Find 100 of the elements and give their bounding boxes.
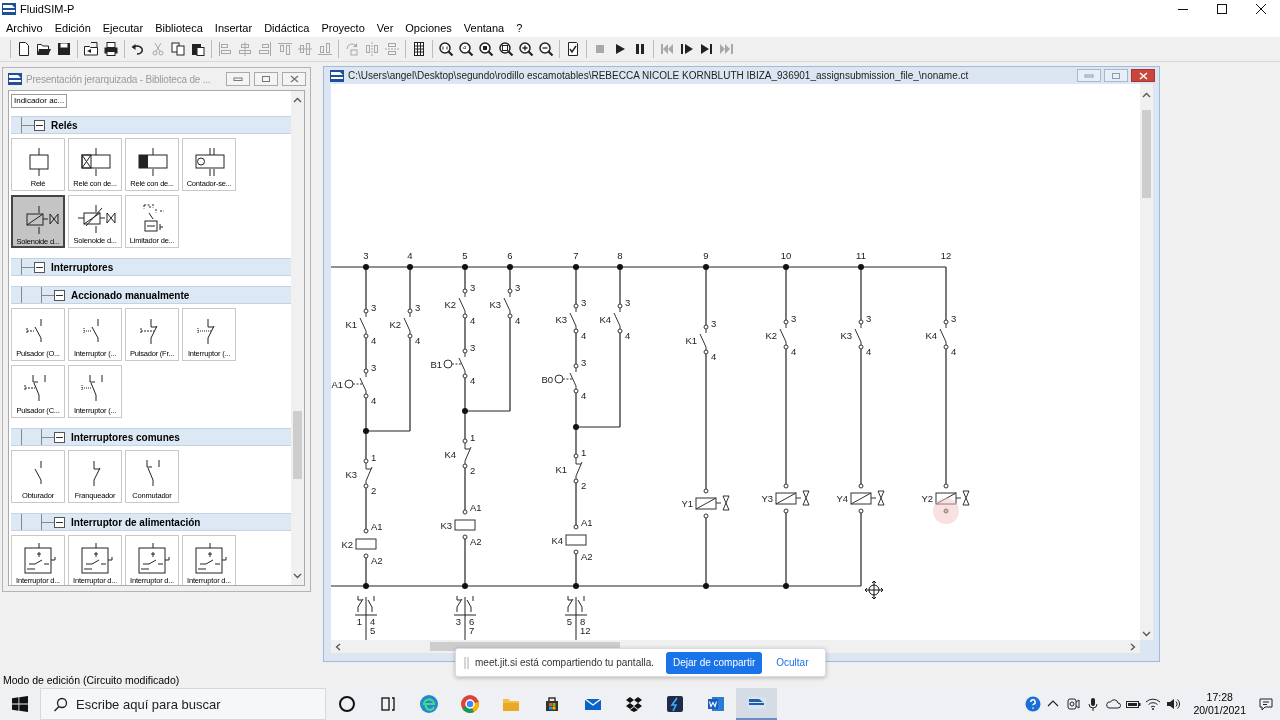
maximize-icon — [261, 75, 271, 83]
scroll-up-icon[interactable] — [1142, 92, 1151, 98]
pushbutton-symbol — [443, 348, 468, 379]
menu-item[interactable]: Edición — [54, 20, 91, 35]
notification-icon[interactable] — [1258, 696, 1274, 712]
pushbutton-nc-symbol — [140, 318, 158, 345]
component-label: Y4 — [836, 493, 848, 504]
contact-reference-symbol — [564, 595, 588, 640]
stop-sharing-button[interactable]: Dejar de compartir — [666, 651, 763, 674]
power-switch-symbol — [195, 542, 227, 574]
column-number: 3 — [363, 250, 369, 261]
hide-link[interactable]: Ocultar — [776, 657, 809, 668]
close-icon — [1138, 71, 1148, 80]
search-field[interactable]: Escribe aquí para buscar — [40, 688, 326, 720]
wire — [575, 482, 577, 526]
tree-group-label: Interruptores — [51, 261, 114, 273]
terminal-label: 3 — [951, 313, 957, 324]
counter-symbol — [195, 147, 225, 177]
terminal-label: 3 — [625, 297, 631, 308]
menu-item[interactable]: Ventana — [463, 20, 505, 35]
collapse-button[interactable] — [54, 289, 65, 301]
relay-coil-symbol — [565, 524, 587, 555]
copy-icon[interactable] — [168, 39, 188, 59]
column-number: 6 — [507, 250, 513, 261]
contact-reference-symbol — [453, 595, 477, 640]
zoom-all-icon[interactable] — [476, 39, 496, 59]
junction-dot — [783, 583, 789, 589]
help-icon[interactable] — [1025, 696, 1042, 712]
collapse-button[interactable] — [54, 431, 65, 443]
collapse-button[interactable] — [34, 119, 45, 131]
terminal-label: 3 — [371, 362, 377, 373]
menu-item[interactable]: Ver — [376, 20, 394, 35]
drag-handle-icon[interactable] — [464, 656, 469, 669]
wifi-icon[interactable] — [1145, 696, 1162, 712]
maximize-button[interactable] — [254, 72, 278, 86]
component-label: Y2 — [921, 493, 933, 504]
scroll-up-icon[interactable] — [293, 97, 302, 103]
library-item[interactable]: Indicador ac... — [11, 94, 68, 108]
component-label: K4 — [925, 330, 937, 341]
scroll-right-icon[interactable] — [1130, 643, 1136, 651]
scroll-left-icon[interactable] — [335, 643, 341, 651]
no-contact-symbol — [359, 308, 369, 339]
menu-item[interactable]: Archivo — [6, 20, 43, 35]
column-number: 9 — [703, 250, 709, 261]
component-label: K3 — [840, 330, 852, 341]
maximize-icon[interactable] — [1216, 4, 1227, 14]
minimize-button[interactable] — [226, 72, 250, 86]
menu-item[interactable]: Opciones — [405, 20, 452, 35]
close-button[interactable] — [282, 72, 306, 86]
minimize-icon[interactable] — [1177, 8, 1188, 10]
solenoid-symbol — [26, 205, 59, 235]
no-contact-symbol — [503, 288, 513, 319]
camera-icon[interactable] — [1065, 696, 1082, 712]
scroll-down-icon[interactable] — [293, 573, 302, 579]
zoom-out-icon[interactable] — [536, 39, 556, 59]
close-icon[interactable] — [1255, 4, 1266, 14]
component-label: Y3 — [761, 493, 773, 504]
menu-item[interactable]: ? — [516, 20, 523, 35]
column-number: 11 — [856, 250, 866, 261]
component-label: K2 — [341, 539, 353, 550]
menu-item[interactable]: Biblioteca — [155, 20, 203, 35]
collapse-button[interactable] — [54, 516, 65, 528]
windows-logo-icon[interactable] — [12, 696, 28, 712]
relay-delay-on-symbol — [81, 147, 111, 177]
terminal-label: 4 — [515, 315, 521, 326]
switch-no-symbol — [83, 318, 99, 343]
cloud-icon[interactable] — [1105, 696, 1122, 712]
zoom-in-icon[interactable] — [516, 39, 536, 59]
scroll-thumb[interactable] — [1142, 110, 1151, 198]
component-label: K1 — [555, 464, 567, 475]
clock[interactable]: 17:28 20/01/2021 — [1193, 691, 1246, 717]
scrollbar[interactable] — [1140, 84, 1153, 640]
column-number: 5 — [462, 250, 468, 261]
reference-number: 1 — [356, 616, 362, 627]
menu-item[interactable]: Proyecto — [321, 20, 365, 35]
scroll-down-icon[interactable] — [1142, 631, 1151, 637]
terminal-label: 1 — [371, 452, 377, 463]
terminal-label: A2 — [581, 551, 593, 562]
terminal-label: 4 — [581, 330, 587, 341]
pushbutton-changeover-symbol — [24, 374, 46, 402]
limiter-symbol — [143, 203, 165, 232]
reference-number: 6 — [469, 616, 475, 627]
menu-item[interactable]: Insertar — [214, 20, 253, 35]
app-logo-icon — [8, 73, 22, 85]
menu-item[interactable]: Didáctica — [264, 20, 310, 35]
close-button[interactable] — [1131, 69, 1155, 82]
power-switch-symbol — [138, 542, 170, 574]
zoom-fit-icon[interactable] — [456, 39, 476, 59]
zoom-window-icon[interactable] — [496, 39, 516, 59]
component-label: K3 — [489, 299, 501, 310]
terminal-label: 4 — [791, 346, 797, 357]
component-label: K1 — [685, 335, 697, 346]
speaker-icon[interactable] — [1165, 696, 1182, 712]
scrollbar[interactable] — [291, 91, 304, 585]
junction-dot — [703, 583, 709, 589]
zoom-original-icon[interactable] — [436, 39, 456, 59]
menu-item[interactable]: Ejecutar — [102, 20, 144, 35]
export-icon[interactable] — [81, 39, 101, 59]
collapse-button[interactable] — [34, 261, 45, 273]
scroll-thumb[interactable] — [293, 411, 302, 479]
